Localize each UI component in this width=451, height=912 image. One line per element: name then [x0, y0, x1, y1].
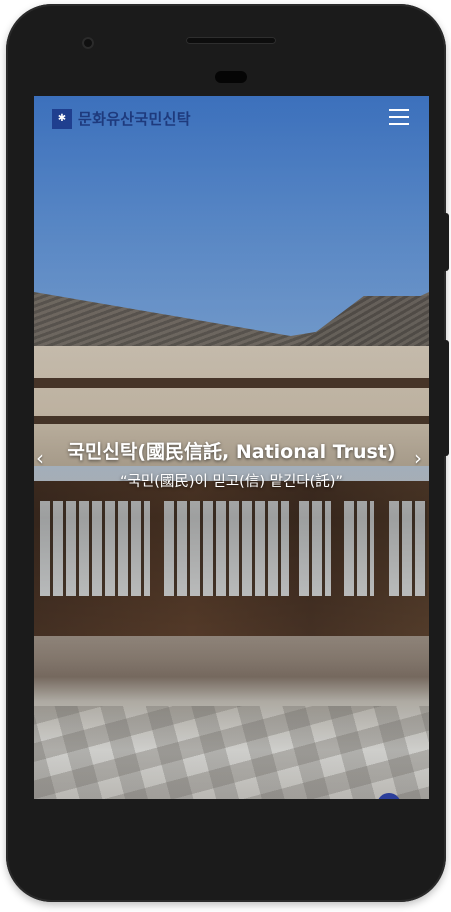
front-camera: [82, 37, 94, 49]
site-logo-text[interactable]: 문화유산국민신탁: [78, 108, 191, 129]
hamburger-menu-icon[interactable]: [389, 109, 409, 125]
emblem-icon[interactable]: ✱: [52, 109, 72, 129]
app-screen: ✱ 문화유산국민신탁 국민신탁(國民信託, National Trust) “국…: [34, 96, 429, 799]
volume-button: [444, 213, 449, 271]
earpiece-speaker: [186, 37, 276, 44]
chevron-right-icon[interactable]: ›: [414, 448, 422, 468]
hero-subtitle: “국민(國民)이 믿고(信) 맡긴다(託)”: [120, 474, 343, 490]
chevron-left-icon[interactable]: ‹: [36, 448, 44, 468]
phone-device-frame: ✱ 문화유산국민신탁 국민신탁(國民信託, National Trust) “국…: [6, 4, 446, 902]
power-button: [444, 340, 449, 456]
proximity-sensor: [215, 71, 247, 83]
hero-title: 국민신탁(國民信託, National Trust): [67, 441, 396, 463]
site-header: ✱ 문화유산국민신탁: [34, 96, 429, 140]
